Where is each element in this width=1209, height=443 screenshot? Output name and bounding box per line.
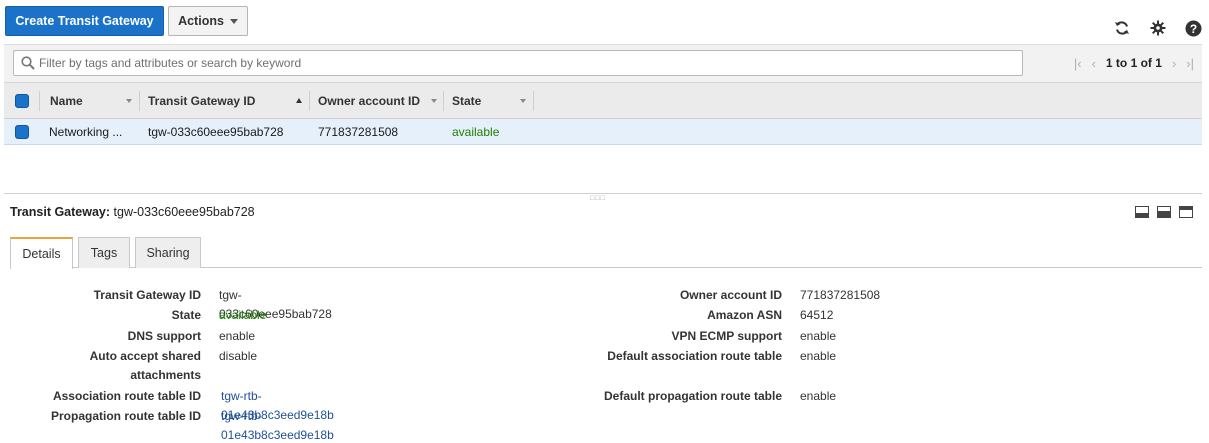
label-default-association-route-table: Default association route table	[607, 349, 782, 363]
toolbar: Create Transit Gateway Actions ?	[0, 0, 1209, 42]
pager-label: 1 to 1 of 1	[1105, 56, 1162, 70]
pagination: |‹ ‹ 1 to 1 of 1 › ›|	[1074, 50, 1194, 76]
sort-icon	[431, 99, 437, 103]
layout-full-icon[interactable]	[1179, 206, 1193, 218]
label-propagation-route-table-id: Propagation route table ID	[50, 409, 201, 423]
filter-bar: |‹ ‹ 1 to 1 of 1 › ›|	[4, 44, 1202, 82]
column-header-state[interactable]: State	[444, 83, 534, 119]
table-row[interactable]: Networking ... tgw-033c60eee95bab728 771…	[4, 119, 1202, 145]
label-amazon-asn: Amazon ASN	[707, 308, 782, 322]
value-dns-support: enable	[219, 329, 256, 343]
search-icon	[21, 56, 35, 70]
label-dns-support: DNS support	[127, 329, 201, 343]
cell-state: available	[452, 125, 500, 139]
svg-text:?: ?	[1189, 21, 1196, 35]
cell-transit-gateway-id: tgw-033c60eee95bab728	[148, 125, 284, 139]
column-header-owner-account-id[interactable]: Owner account ID	[310, 83, 444, 119]
next-page-icon[interactable]: ›	[1172, 56, 1176, 71]
gear-icon[interactable]	[1149, 19, 1167, 37]
label-transit-gateway-id: Transit Gateway ID	[93, 288, 201, 302]
column-header-transit-gateway-id[interactable]: Transit Gateway ID	[140, 83, 310, 119]
tab-details[interactable]: Details	[10, 237, 73, 269]
select-all-checkbox[interactable]	[15, 94, 29, 108]
transit-gateway-table: Name Transit Gateway ID Owner account ID…	[4, 82, 1202, 145]
row-checkbox[interactable]	[15, 125, 29, 139]
label-auto-accept-shared: Auto accept shared	[89, 349, 201, 363]
detail-title-value: tgw-033c60eee95bab728	[113, 205, 255, 219]
select-all-checkbox-cell[interactable]	[4, 83, 40, 119]
value-state: available	[219, 308, 267, 322]
label-vpn-ecmp-support: VPN ECMP support	[671, 329, 782, 343]
cell-name: Networking ...	[49, 125, 123, 139]
resize-grip-icon[interactable]: □□□	[590, 195, 606, 202]
value-owner-account-id: 771837281508	[800, 288, 881, 302]
sort-icon	[126, 99, 132, 103]
table-header: Name Transit Gateway ID Owner account ID…	[4, 82, 1202, 119]
detail-tabs: Details Tags Sharing	[10, 237, 1202, 269]
value-auto-accept-shared: disable	[219, 349, 258, 363]
actions-label: Actions	[178, 14, 224, 28]
column-header-name[interactable]: Name	[40, 83, 140, 119]
chevron-down-icon	[229, 18, 238, 24]
sort-icon	[520, 99, 526, 103]
actions-button[interactable]: Actions	[168, 6, 248, 36]
layout-toggle	[1135, 206, 1193, 218]
label-owner-account-id: Owner account ID	[679, 288, 782, 302]
refresh-icon[interactable]	[1113, 19, 1131, 37]
layout-half-icon[interactable]	[1157, 206, 1171, 218]
value-vpn-ecmp-support: enable	[800, 329, 837, 343]
help-icon[interactable]: ?	[1184, 19, 1202, 37]
search-box[interactable]	[13, 50, 1023, 76]
label-default-propagation-route-table: Default propagation route table	[603, 389, 782, 403]
last-page-icon[interactable]: ›|	[1186, 56, 1194, 71]
search-input[interactable]	[39, 56, 999, 70]
label-state: State	[171, 308, 201, 322]
panel-divider[interactable]	[4, 193, 1202, 194]
prev-page-icon[interactable]: ‹	[1092, 56, 1096, 71]
row-checkbox-cell[interactable]	[4, 119, 40, 145]
first-page-icon[interactable]: |‹	[1074, 56, 1082, 71]
link-propagation-route-table[interactable]: tgw-rtb-01e43b8c3eed9e18b	[221, 407, 334, 443]
value-default-propagation-route-table: enable	[800, 389, 837, 403]
label-association-route-table-id: Association route table ID	[52, 389, 201, 403]
detail-title: Transit Gateway: tgw-033c60eee95bab728	[10, 205, 255, 219]
layout-bottom-icon[interactable]	[1135, 206, 1149, 218]
label-auto-accept-shared-line2: attachments	[130, 368, 201, 382]
tab-sharing[interactable]: Sharing	[135, 237, 201, 268]
sort-ascending-icon	[296, 98, 302, 103]
create-transit-gateway-button[interactable]: Create Transit Gateway	[5, 6, 164, 36]
value-amazon-asn: 64512	[800, 308, 834, 322]
cell-owner-account-id: 771837281508	[318, 125, 399, 139]
value-default-association-route-table: enable	[800, 349, 837, 363]
tab-tags[interactable]: Tags	[78, 237, 130, 268]
